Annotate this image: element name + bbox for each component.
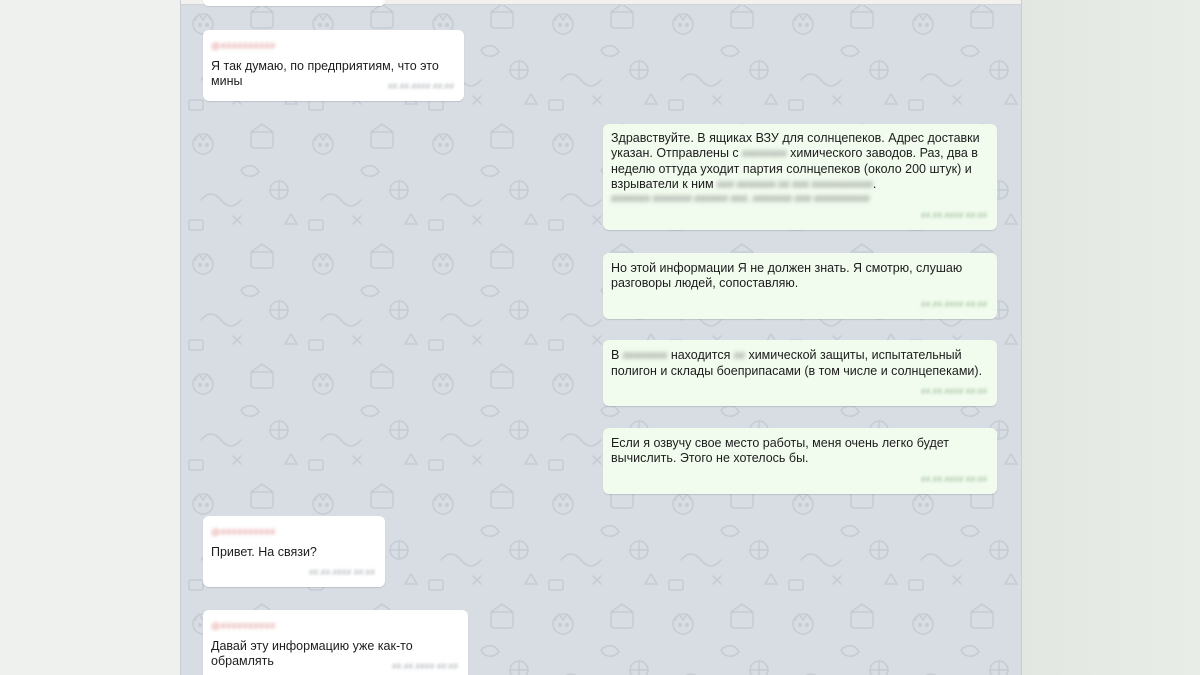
message-timestamp: ##.##.#### ##:##: [391, 661, 458, 671]
chat-window[interactable]: @########## Я так думаю, по предприятиям…: [180, 0, 1022, 675]
text-segment: химической защиты, испытательный: [748, 348, 962, 362]
sender-name[interactable]: @##########: [211, 525, 276, 540]
incoming-message[interactable]: @########## Я так думаю, по предприятиям…: [203, 30, 464, 101]
outgoing-message[interactable]: Но этой информации Я не должен знать. Я …: [603, 253, 997, 319]
message-timestamp: ##.##.#### ##:##: [920, 299, 987, 309]
message-line: Но этой информации Я не должен знать. Я …: [611, 261, 963, 275]
sender-name[interactable]: @##########: [211, 619, 276, 634]
incoming-message[interactable]: @########## Давай эту информацию уже как…: [203, 610, 468, 675]
text-segment: химического заводов. Раз, два в: [790, 146, 978, 160]
sender-name[interactable]: @##########: [211, 39, 276, 54]
message-text: Привет. На связи?: [211, 545, 317, 559]
incoming-message[interactable]: @########## Привет. На связи? ##.##.####…: [203, 516, 385, 587]
message-timestamp: ##.##.#### ##:##: [920, 210, 987, 220]
text-segment: взрыватели к ним: [611, 177, 714, 191]
redacted-text: ########: [742, 149, 787, 160]
message-line: полигон и склады боеприпасами (в том чис…: [611, 364, 983, 378]
outgoing-message[interactable]: Если я озвучу свое место работы, меня оч…: [603, 428, 997, 494]
message-line: взрыватели к ним ### ####### ## ### ####…: [611, 177, 989, 193]
message-line: неделю оттуда уходит партия солнцепеков …: [611, 162, 972, 176]
message-timestamp: ##.##.#### ##:##: [387, 81, 454, 91]
message-text: Но этой информации Я не должен знать. Я …: [611, 261, 989, 291]
redacted-text: ### ####### ## ### ###########: [717, 180, 873, 191]
redacted-text: ##: [733, 351, 745, 362]
previous-message-bubble-partial: [203, 0, 385, 6]
message-text: Если я озвучу свое место работы, меня оч…: [611, 436, 989, 466]
message-timestamp: ##.##.#### ##:##: [920, 386, 987, 396]
page-margin-right: [1020, 0, 1200, 675]
message-line: Здравствуйте. В ящиках ВЗУ для солнцепек…: [611, 131, 980, 145]
message-line: указан. Отправлены с ######## химическог…: [611, 146, 989, 162]
outgoing-message[interactable]: В ######## находится ## химической защит…: [603, 340, 997, 406]
redacted-text: ########: [622, 351, 668, 362]
message-line: разговоры людей, сопоставляю.: [611, 276, 799, 290]
text-segment: В: [611, 348, 620, 362]
message-line: Если я озвучу свое место работы, меня оч…: [611, 436, 949, 450]
message-timestamp: ##.##.#### ##:##: [920, 474, 987, 484]
redacted-line: ####### ####### ###### ###. ####### ### …: [611, 194, 870, 205]
text-segment: .: [872, 177, 877, 191]
text-segment: указан. Отправлены с: [611, 146, 739, 160]
page-margin-left: [0, 0, 180, 675]
message-text: В ######## находится ## химической защит…: [611, 348, 989, 379]
text-segment: находится: [670, 348, 731, 362]
message-text: Здравствуйте. В ящиках ВЗУ для солнцепек…: [611, 131, 989, 207]
message-timestamp: ##.##.#### ##:##: [308, 567, 375, 577]
message-line: вычислить. Этого не хотелось бы.: [611, 451, 809, 465]
outgoing-message[interactable]: Здравствуйте. В ящиках ВЗУ для солнцепек…: [603, 124, 997, 230]
message-line: В ######## находится ## химической защит…: [611, 348, 989, 364]
